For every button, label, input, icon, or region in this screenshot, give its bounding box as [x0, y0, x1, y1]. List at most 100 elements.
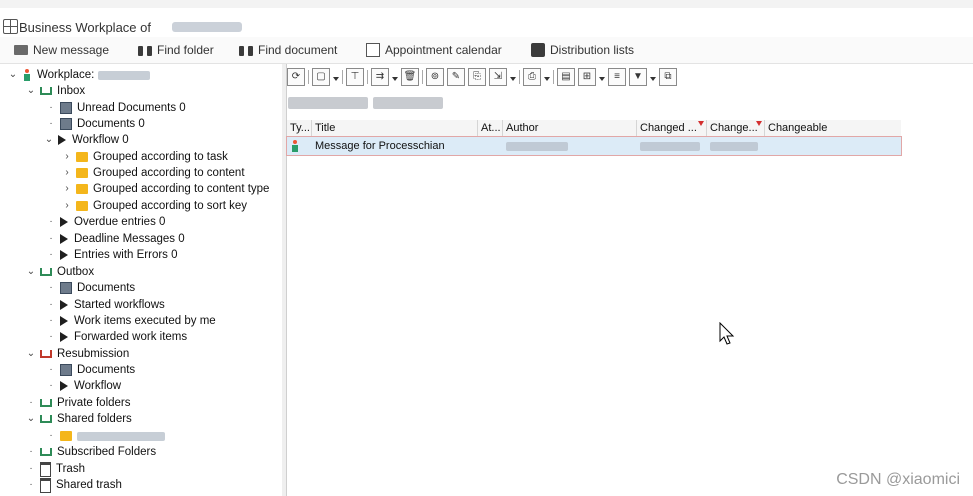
funnel-dropdown[interactable] [650, 69, 656, 85]
col-changeable[interactable]: Changeable [765, 120, 901, 137]
new-document-icon[interactable]: ▢ [312, 68, 330, 86]
tree-documents-label: Documents 0 [77, 118, 145, 130]
tree-workflow[interactable]: ⌄ Workflow 0 [44, 132, 129, 148]
tree-shared-folder-item[interactable]: · [46, 428, 165, 444]
col-author[interactable]: Author [503, 120, 637, 137]
tree-grouped-sort-key-label: Grouped according to sort key [93, 200, 248, 212]
new-message-button[interactable]: New message [14, 42, 109, 58]
find-document-button[interactable]: Find document [239, 42, 337, 58]
distribution-lists-button[interactable]: Distribution lists [531, 42, 634, 58]
tree-unread-documents-label: Unread Documents 0 [77, 102, 186, 114]
tree-grouped-content[interactable]: › Grouped according to content [62, 165, 244, 181]
tree-grouped-content-type[interactable]: › Grouped according to content type [62, 181, 269, 197]
print-icon[interactable]: ⎙ [523, 68, 541, 86]
collapse-icon[interactable]: ⌄ [26, 83, 36, 99]
new-message-label: New message [33, 43, 110, 57]
folder-icon [60, 431, 72, 441]
sort-icon[interactable]: ≡ [608, 68, 626, 86]
select-dropdown[interactable] [599, 69, 605, 85]
find-folder-button[interactable]: Find folder [138, 42, 214, 58]
tree-grouped-content-type-label: Grouped according to content type [93, 183, 270, 195]
col-title[interactable]: Title [312, 120, 478, 137]
folder-icon [76, 152, 88, 162]
user-icon [22, 69, 32, 81]
col-type[interactable]: Ty... [287, 120, 312, 137]
tree-inbox[interactable]: ⌄ Inbox [26, 83, 85, 99]
tree-deadline-messages-label: Deadline Messages 0 [74, 233, 185, 245]
tree-outbox[interactable]: ⌄ Outbox [26, 264, 94, 280]
trash-icon [40, 477, 51, 493]
top-strip [0, 0, 973, 8]
table-row[interactable]: Message for Processchian [287, 137, 901, 156]
edit-icon[interactable]: ✎ [447, 68, 465, 86]
tree-deadline-messages[interactable]: · Deadline Messages 0 [46, 231, 185, 247]
tree-grouped-sort-key[interactable]: › Grouped according to sort key [62, 198, 247, 214]
workflow-icon [60, 316, 68, 326]
funnel-icon[interactable]: ▼ [629, 68, 647, 86]
list-toolbar: ⟳ ▢ ⊤ ⇉ 🗑 ⊚ ✎ ⎘ ⇲ ⎙ ▤ ⊞ ≡ ▼ ⧉ [287, 67, 677, 87]
layout-icon[interactable]: ▤ [557, 68, 575, 86]
tree-resub-workflow[interactable]: · Workflow [46, 378, 121, 394]
tree-resubmission[interactable]: ⌄ Resubmission [26, 346, 129, 362]
forward-icon[interactable]: ⇉ [371, 68, 389, 86]
refresh-icon[interactable]: ⟳ [287, 68, 305, 86]
tree-overdue-entries[interactable]: · Overdue entries 0 [46, 214, 165, 230]
col-changed-2-label: Change... [710, 122, 758, 134]
appointment-calendar-label: Appointment calendar [385, 43, 502, 57]
select-icon[interactable]: ⊞ [578, 68, 596, 86]
tree-grouped-task[interactable]: › Grouped according to task [62, 149, 228, 165]
col-changed-2[interactable]: Change... [707, 120, 765, 137]
print-dropdown[interactable] [544, 69, 550, 85]
tree-documents[interactable]: · Documents 0 [46, 116, 145, 132]
col-attachment[interactable]: At... [478, 120, 503, 137]
tree-outbox-documents[interactable]: · Documents [46, 280, 135, 296]
move-icon[interactable]: ⇲ [489, 68, 507, 86]
distribution-lists-label: Distribution lists [550, 43, 635, 57]
binoculars-icon[interactable]: ⧉ [659, 68, 677, 86]
expand-icon[interactable]: › [62, 181, 72, 197]
col-changed[interactable]: Changed ... [637, 120, 707, 137]
document-icon [60, 364, 72, 376]
title-bar: Business Workplace of [0, 8, 973, 35]
tree-workplace[interactable]: ⌄ Workplace: [8, 67, 151, 83]
tree-resub-documents[interactable]: · Documents [46, 362, 135, 378]
expand-icon[interactable]: › [62, 165, 72, 181]
watermark: CSDN @xiaomici [836, 471, 960, 488]
expand-icon[interactable]: › [62, 149, 72, 165]
find-folder-label: Find folder [157, 43, 214, 57]
tree-unread-documents[interactable]: · Unread Documents 0 [46, 100, 186, 116]
move-dropdown[interactable] [510, 69, 516, 85]
tree-started-workflows[interactable]: · Started workflows [46, 297, 164, 313]
private-folder-icon [40, 399, 52, 407]
delete-icon[interactable]: 🗑 [401, 68, 419, 86]
row-changed-2-cell [707, 137, 765, 155]
collapse-icon[interactable]: ⌄ [26, 411, 36, 427]
workflow-icon [58, 135, 66, 145]
tree-private-folders[interactable]: · Private folders [26, 395, 130, 411]
appointment-calendar-button[interactable]: Appointment calendar [366, 42, 502, 58]
inbox-icon [40, 87, 52, 95]
new-document-dropdown[interactable] [333, 69, 339, 85]
tree-forwarded-work-items[interactable]: · Forwarded work items [46, 329, 187, 345]
workflow-icon [60, 300, 68, 310]
tree-shared-trash[interactable]: · Shared trash [26, 477, 122, 493]
collapse-icon[interactable]: ⌄ [44, 132, 54, 148]
find-icon[interactable]: ⊚ [426, 68, 444, 86]
filter-icon[interactable]: ⊤ [346, 68, 364, 86]
collapse-icon[interactable]: ⌄ [8, 67, 18, 83]
forward-dropdown[interactable] [392, 69, 398, 85]
tree-trash[interactable]: · Trash [26, 461, 85, 477]
collapse-icon[interactable]: ⌄ [26, 264, 36, 280]
tree-subscribed-folders[interactable]: · Subscribed Folders [26, 444, 156, 460]
tree-entries-with-errors[interactable]: · Entries with Errors 0 [46, 247, 177, 263]
tree-outbox-documents-label: Documents [77, 282, 136, 294]
tree-work-items-executed[interactable]: · Work items executed by me [46, 313, 215, 329]
attach-icon[interactable]: ⎘ [468, 68, 486, 86]
expand-icon[interactable]: › [62, 198, 72, 214]
tree-shared-folders[interactable]: ⌄ Shared folders [26, 411, 132, 427]
tree-overdue-entries-label: Overdue entries 0 [74, 216, 166, 228]
row-changed-cell [637, 137, 707, 155]
window-move-icon[interactable] [3, 19, 18, 34]
collapse-icon[interactable]: ⌄ [26, 346, 36, 362]
resubmission-icon [40, 350, 52, 358]
